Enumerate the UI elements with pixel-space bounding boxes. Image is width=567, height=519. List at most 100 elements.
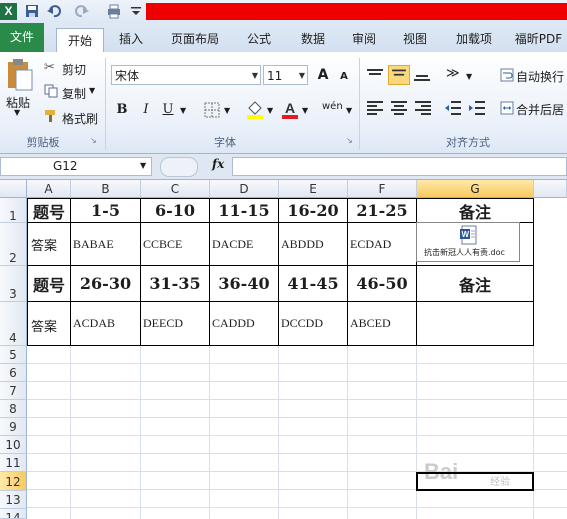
scissors-icon[interactable]: ✂ [44,60,55,75]
column-header-b[interactable]: B [71,180,141,198]
copy-button[interactable]: 复制 [62,85,86,102]
cell-a4[interactable]: 答案 [27,302,71,346]
orientation-icon[interactable]: ≫ [446,66,460,81]
row-header-10[interactable]: 10 [0,436,27,454]
orientation-dropdown-icon[interactable]: ▼ [466,72,472,81]
formula-input[interactable] [232,157,567,176]
row-header-1[interactable]: 1 [0,198,27,223]
align-middle-button[interactable] [388,65,410,85]
column-header-e[interactable]: E [279,180,348,198]
paste-icon[interactable] [6,58,34,92]
cell-a3[interactable]: 题号 [27,266,71,302]
cell-f1[interactable]: 21-25 [348,198,417,223]
row-header-3[interactable]: 3 [0,266,27,302]
cell-d4[interactable]: CADDD [210,302,279,346]
underline-button[interactable]: U [158,100,178,120]
cell-d1[interactable]: 11-15 [210,198,279,223]
tab-page-layout[interactable]: 页面布局 [164,27,226,51]
undo-icon[interactable] [46,3,62,19]
tab-data[interactable]: 数据 [292,27,334,51]
tab-home[interactable]: 开始 [56,28,104,53]
tab-review[interactable]: 审阅 [344,27,384,51]
cell-c2[interactable]: CCBCE [141,223,210,266]
tab-foxit-pdf[interactable]: 福昕PDF [510,27,567,51]
cell-g3[interactable]: 备注 [417,266,534,302]
row-header-4[interactable]: 4 [0,302,27,346]
align-left-icon[interactable] [366,100,384,116]
cell-e3[interactable]: 41-45 [279,266,348,302]
phonetic-guide-button[interactable]: wén [322,101,343,112]
customize-dropdown-icon[interactable] [128,3,144,19]
row-header-13[interactable]: 13 [0,491,27,509]
copy-dropdown-icon[interactable]: ▼ [89,86,95,95]
align-center-icon[interactable] [390,100,408,116]
copy-icon[interactable] [44,84,58,98]
name-box[interactable]: G12 [0,157,152,176]
cell-g4[interactable] [417,302,534,346]
formula-bar-splitter[interactable] [160,157,198,177]
cell-c3[interactable]: 31-35 [141,266,210,302]
fill-color-icon[interactable] [246,100,264,120]
shrink-font-button[interactable]: A [334,67,354,87]
align-right-icon[interactable] [414,100,432,116]
cell-b1[interactable]: 1-5 [71,198,141,223]
cell-a1[interactable]: 题号 [27,198,71,223]
cell-a2[interactable]: 答案 [27,223,71,266]
tab-addins[interactable]: 加载项 [446,27,502,51]
row-header-9[interactable]: 9 [0,418,27,436]
format-painter-icon[interactable] [44,109,58,123]
row-header-14[interactable]: 14 [0,509,27,519]
italic-button[interactable]: I [136,100,156,120]
row-header-11[interactable]: 11 [0,454,27,472]
cell-d2[interactable]: DACDE [210,223,279,266]
column-header-c[interactable]: C [141,180,210,198]
align-bottom-icon[interactable] [413,68,431,82]
fill-dropdown-icon[interactable]: ▼ [267,106,273,115]
merge-center-icon[interactable] [500,101,514,115]
column-header-f[interactable]: F [348,180,417,198]
row-header-2[interactable]: 2 [0,223,27,266]
embedded-document-object[interactable]: W 抗击新冠人人有责.doc [416,222,520,262]
cell-g1[interactable]: 备注 [417,198,534,223]
column-header-g[interactable]: G [417,180,534,198]
font-color-icon[interactable]: A [281,100,299,120]
format-painter-button[interactable]: 格式刷 [62,110,98,127]
clipboard-launcher-icon[interactable]: ↘ [90,136,97,145]
font-size-select[interactable]: 11 ▼ [263,65,308,85]
cell-e2[interactable]: ABDDD [279,223,348,266]
cell-f4[interactable]: ABCED [348,302,417,346]
cell-e4[interactable]: DCCDD [279,302,348,346]
row-header-8[interactable]: 8 [0,400,27,418]
column-header-a[interactable]: A [27,180,71,198]
column-header-d[interactable]: D [210,180,279,198]
insert-function-icon[interactable]: fx [212,157,224,171]
name-box-dropdown-icon[interactable]: ▼ [140,161,146,170]
align-top-icon[interactable] [366,68,384,82]
increase-indent-icon[interactable] [468,100,486,116]
grow-font-button[interactable]: A [313,65,333,85]
cell-f2[interactable]: ECDAD [348,223,417,266]
cell-b3[interactable]: 26-30 [71,266,141,302]
borders-dropdown-icon[interactable]: ▼ [224,106,230,115]
column-header-h[interactable] [534,180,567,198]
row-header-6[interactable]: 6 [0,364,27,382]
decrease-indent-icon[interactable] [444,100,462,116]
save-icon[interactable] [24,3,40,19]
font-launcher-icon[interactable]: ↘ [346,136,353,145]
cell-c4[interactable]: DEECD [141,302,210,346]
tab-file[interactable]: 文件 [0,23,44,52]
print-preview-icon[interactable] [106,3,122,19]
row-header-12[interactable]: 12 [0,472,27,491]
cell-e1[interactable]: 16-20 [279,198,348,223]
paste-dropdown-icon[interactable]: ▼ [14,108,20,117]
underline-dropdown-icon[interactable]: ▼ [180,106,186,115]
select-all-corner[interactable] [0,180,27,198]
tab-formulas[interactable]: 公式 [238,27,280,51]
row-header-7[interactable]: 7 [0,382,27,400]
cell-b4[interactable]: ACDAB [71,302,141,346]
cell-c1[interactable]: 6-10 [141,198,210,223]
font-name-select[interactable]: 宋体 ▼ [111,65,261,85]
font-color-dropdown-icon[interactable]: ▼ [302,106,308,115]
active-cell-g12[interactable] [416,472,534,491]
wrap-text-button[interactable]: 自动换行 [516,68,564,85]
